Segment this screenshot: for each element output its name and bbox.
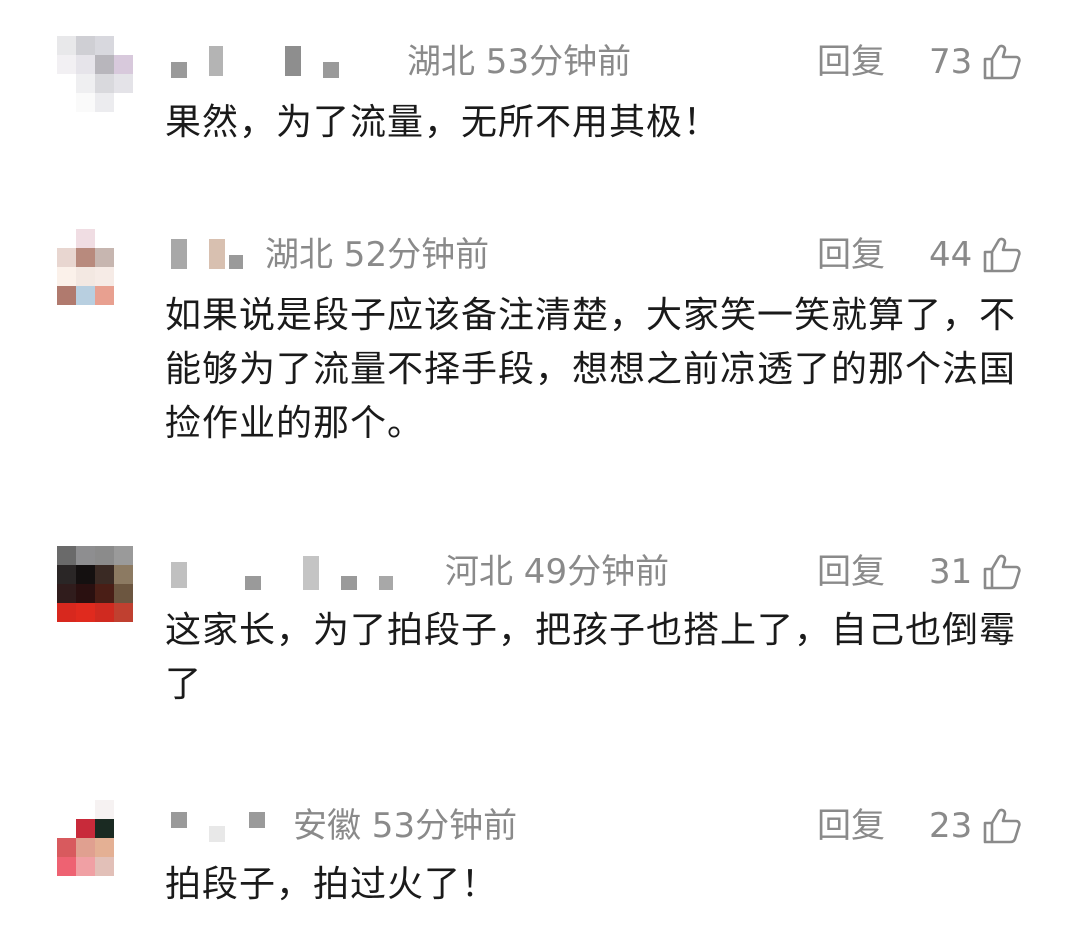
avatar-mosaic-cell [95, 36, 114, 55]
comments-page: { "comments": [ { "location_time": "湖北 5… [0, 0, 1080, 952]
avatar-mosaic-cell [57, 584, 76, 603]
avatar-mosaic-cell [76, 584, 95, 603]
avatar-mosaic-cell [114, 267, 133, 286]
avatar-mosaic-cell [95, 55, 114, 74]
comment-text: 这家长，为了拍段子，把孩子也搭上了，自己也倒霉了 [165, 610, 1017, 705]
avatar-mosaic-cell [114, 819, 133, 838]
comment-meta: 湖北 52分钟前 回复 44 [165, 235, 1035, 275]
avatar-mosaic-cell [95, 93, 114, 112]
avatar-mosaic-cell [57, 800, 76, 819]
avatar-mosaic-cell [114, 36, 133, 55]
avatar-mosaic-cell [95, 229, 114, 248]
avatar-mosaic-cell [114, 546, 133, 565]
avatar-mosaic-cell [76, 93, 95, 112]
avatar-mosaic-cell [57, 248, 76, 267]
avatar-mosaic-cell [95, 286, 114, 305]
avatar-mosaic-cell [114, 603, 133, 622]
avatar-mosaic-cell [57, 546, 76, 565]
avatar-mosaic-cell [57, 55, 76, 74]
like-count: 73 [929, 42, 973, 82]
avatar-mosaic-cell [114, 800, 133, 819]
avatar-mosaic-cell [114, 584, 133, 603]
avatar-mosaic-cell [114, 93, 133, 112]
avatar-mosaic-cell [95, 74, 114, 93]
comment-text: 如果说是段子应该备注清楚，大家笑一笑就算了，不能够为了流量不择手段，想想之前凉透… [165, 295, 1017, 444]
username-blurred[interactable] [165, 46, 345, 78]
username-blurred[interactable] [165, 810, 275, 842]
avatar-mosaic-cell [57, 857, 76, 876]
avatar-mosaic-cell [76, 286, 95, 305]
avatar-mosaic-cell [76, 838, 95, 857]
thumbs-up-icon[interactable] [983, 808, 1021, 844]
avatar-mosaic-cell [57, 819, 76, 838]
comment-meta: 安徽 53分钟前 回复 23 [165, 806, 1035, 846]
location-time: 湖北 52分钟前 [265, 235, 490, 275]
avatar-mosaic-cell [76, 36, 95, 55]
avatar[interactable] [57, 36, 133, 112]
reply-button[interactable]: 回复 [817, 42, 885, 82]
avatar-mosaic-cell [76, 565, 95, 584]
avatar-mosaic-cell [57, 267, 76, 286]
avatar-mosaic-cell [95, 546, 114, 565]
avatar-mosaic-cell [76, 603, 95, 622]
avatar-mosaic-cell [76, 248, 95, 267]
reply-button[interactable]: 回复 [817, 806, 885, 846]
avatar-mosaic-cell [95, 248, 114, 267]
location-time: 湖北 53分钟前 [407, 42, 632, 82]
avatar-mosaic-cell [57, 838, 76, 857]
avatar-mosaic-cell [95, 565, 114, 584]
avatar-mosaic-cell [95, 800, 114, 819]
avatar-mosaic-cell [76, 819, 95, 838]
avatar-mosaic-cell [76, 546, 95, 565]
reply-button[interactable]: 回复 [817, 552, 885, 592]
avatar-mosaic-cell [114, 286, 133, 305]
avatar-mosaic-cell [57, 565, 76, 584]
avatar-mosaic-cell [95, 819, 114, 838]
avatar-mosaic-cell [95, 584, 114, 603]
avatar-mosaic-cell [95, 267, 114, 286]
avatar-mosaic-cell [76, 267, 95, 286]
avatar-mosaic-cell [57, 603, 76, 622]
avatar[interactable] [57, 229, 133, 305]
avatar-mosaic-cell [76, 74, 95, 93]
avatar-mosaic-cell [114, 55, 133, 74]
avatar-mosaic-cell [114, 229, 133, 248]
avatar-mosaic-cell [57, 286, 76, 305]
avatar-mosaic-cell [57, 74, 76, 93]
avatar-mosaic-cell [114, 74, 133, 93]
avatar-mosaic-cell [57, 93, 76, 112]
username-blurred[interactable] [165, 239, 255, 271]
thumbs-up-icon[interactable] [983, 554, 1021, 590]
avatar[interactable] [57, 546, 133, 622]
avatar-mosaic-cell [114, 565, 133, 584]
avatar-mosaic-cell [76, 800, 95, 819]
comment-text: 拍段子，拍过火了！ [165, 864, 499, 905]
avatar-mosaic-cell [114, 838, 133, 857]
comment-meta: 河北 49分钟前 回复 31 [165, 552, 1035, 592]
reply-button[interactable]: 回复 [817, 235, 885, 275]
avatar-mosaic-cell [95, 603, 114, 622]
like-count: 44 [929, 235, 973, 275]
like-count: 31 [929, 552, 973, 592]
username-blurred[interactable] [165, 556, 425, 590]
avatar-mosaic-cell [76, 55, 95, 74]
like-count: 23 [929, 806, 973, 846]
avatar[interactable] [57, 800, 133, 876]
comment-meta: 湖北 53分钟前 回复 73 [165, 42, 1035, 82]
avatar-mosaic-cell [95, 838, 114, 857]
location-time: 安徽 53分钟前 [293, 806, 518, 846]
avatar-mosaic-cell [95, 857, 114, 876]
avatar-mosaic-cell [76, 857, 95, 876]
avatar-mosaic-cell [114, 857, 133, 876]
avatar-mosaic-cell [57, 229, 76, 248]
avatar-mosaic-cell [114, 248, 133, 267]
location-time: 河北 49分钟前 [445, 552, 670, 592]
avatar-mosaic-cell [57, 36, 76, 55]
thumbs-up-icon[interactable] [983, 237, 1021, 273]
comment-text: 果然，为了流量，无所不用其极！ [165, 102, 721, 143]
avatar-mosaic-cell [76, 229, 95, 248]
thumbs-up-icon[interactable] [983, 44, 1021, 80]
